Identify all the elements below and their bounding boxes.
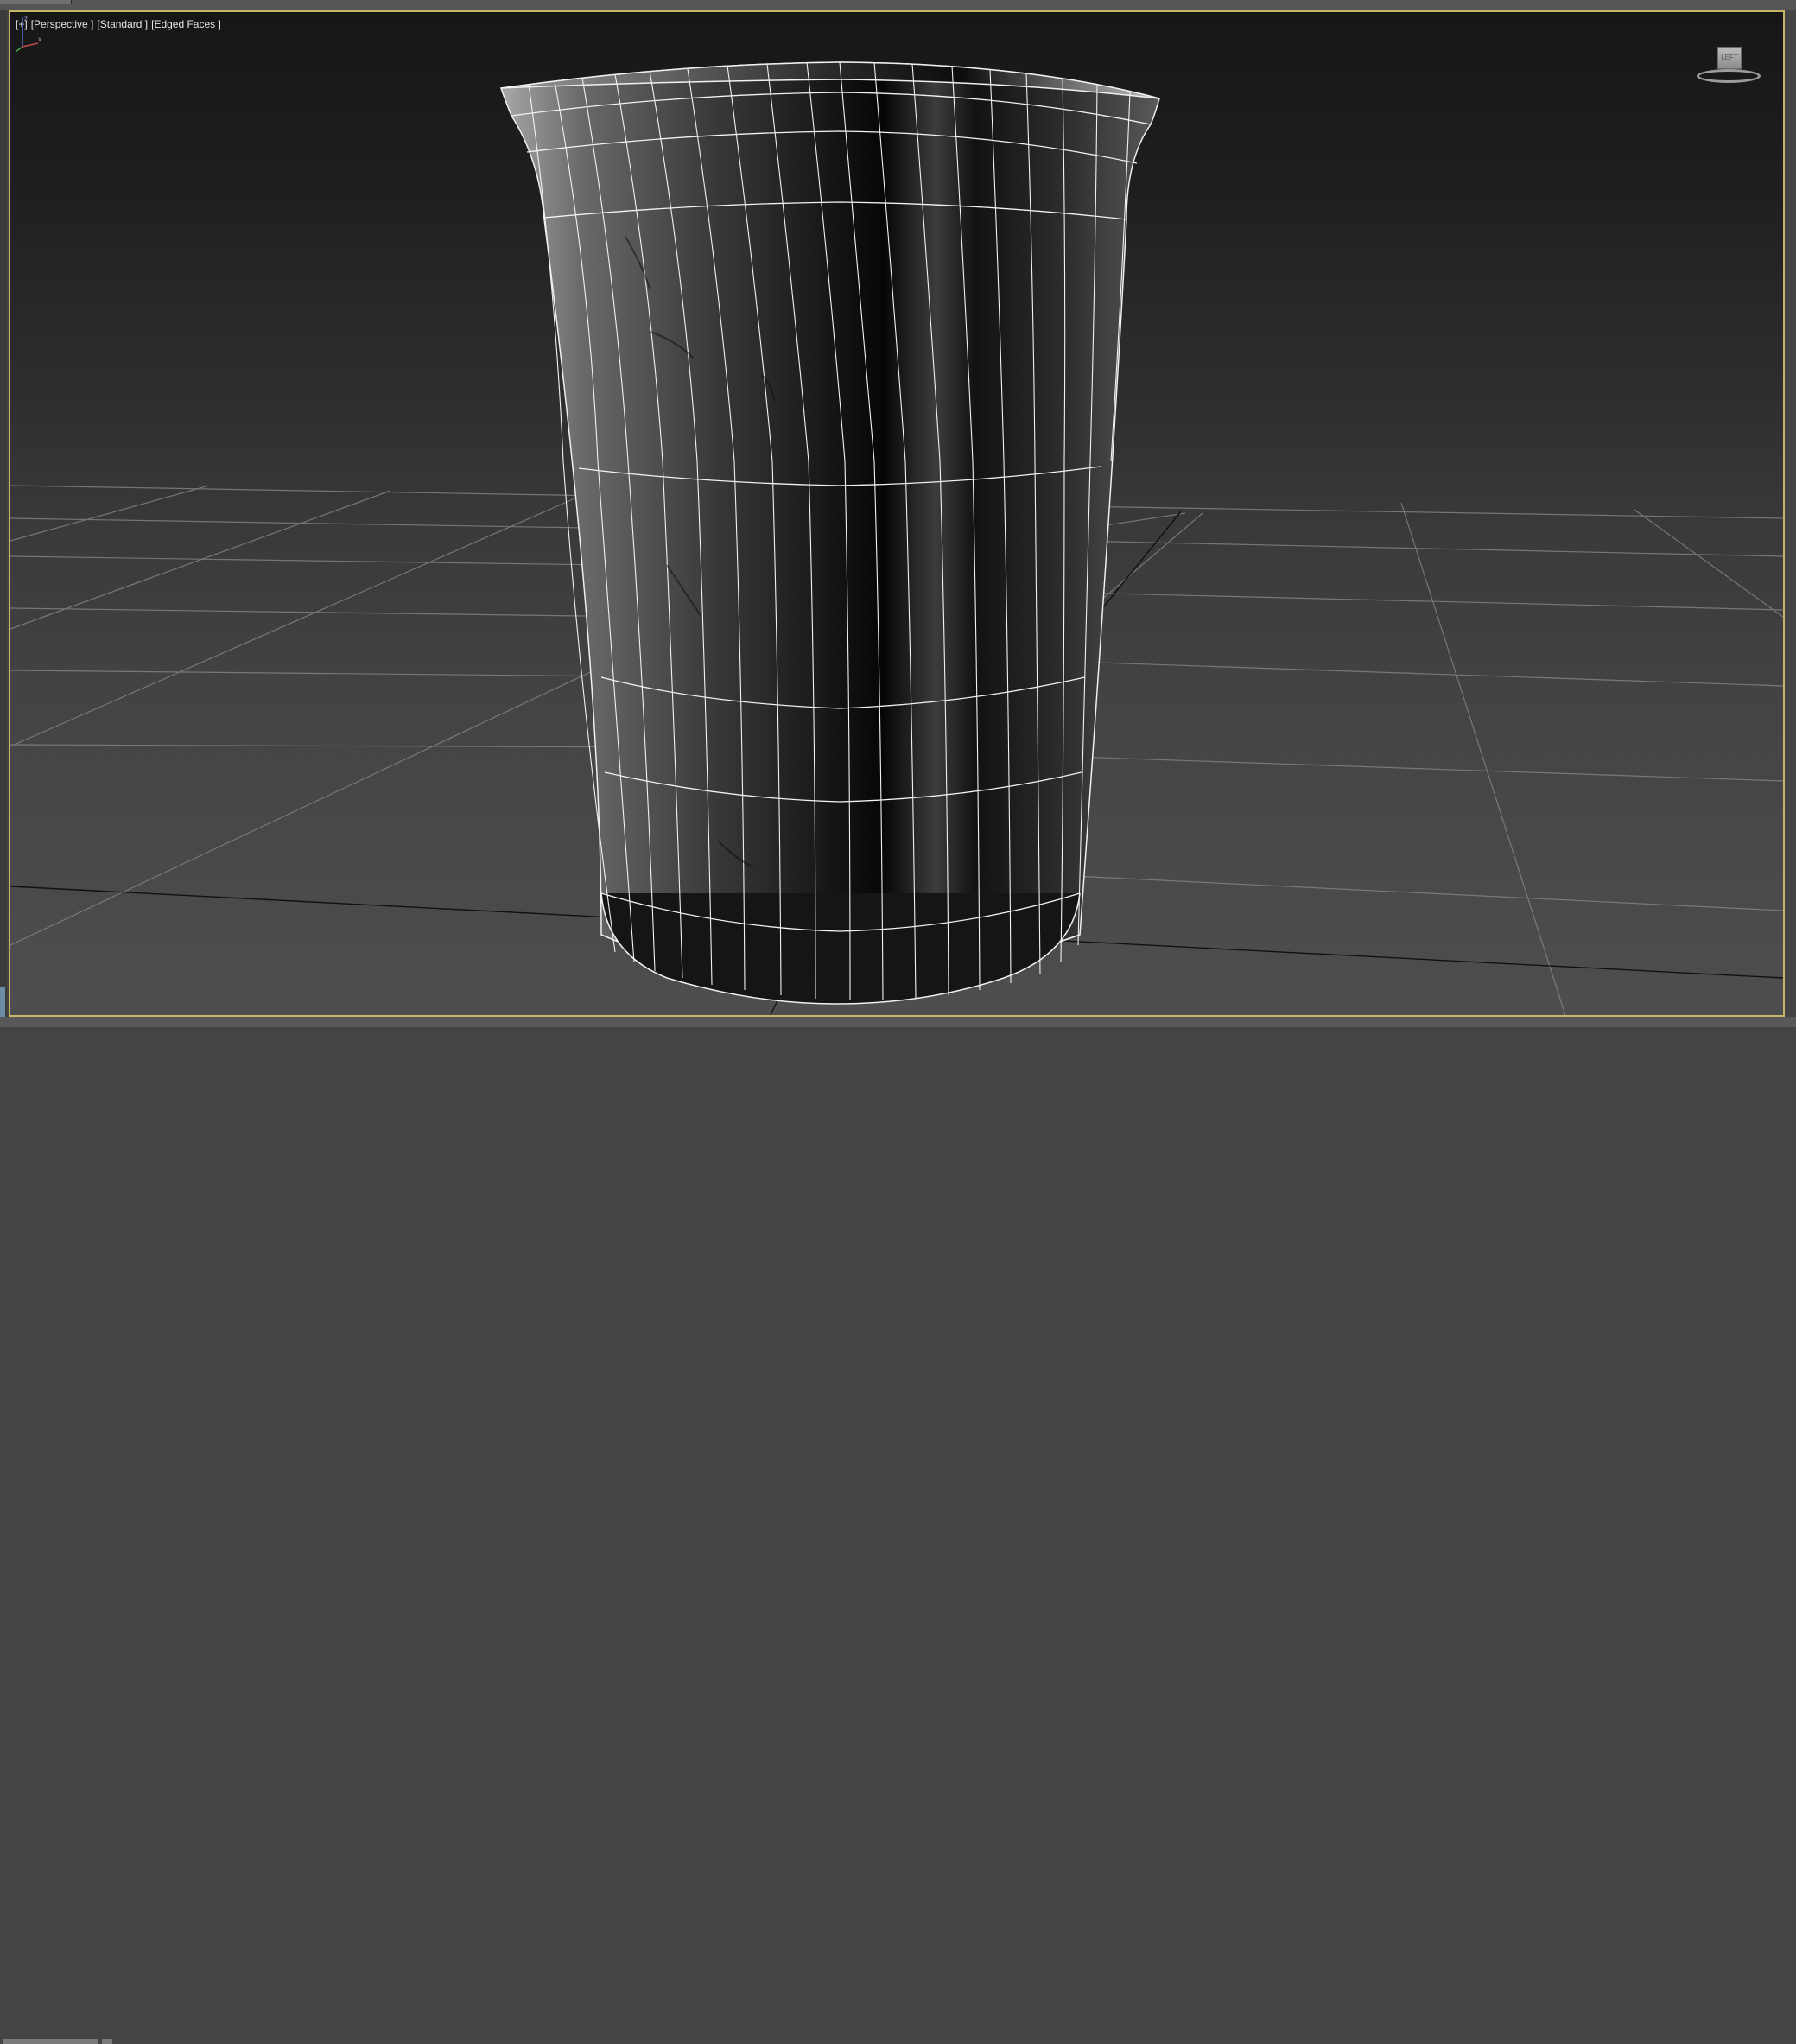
bottom-tab[interactable]: [3, 2039, 98, 2044]
viewcube[interactable]: LEFT: [1695, 43, 1764, 95]
viewport-shading-standard-menu[interactable]: [Standard ]: [97, 18, 148, 30]
cup-mesh: [500, 61, 1160, 1005]
axis-z-label: z: [24, 15, 28, 22]
axis-x-label: x: [38, 35, 41, 43]
bottom-tab-small[interactable]: [102, 2039, 112, 2044]
perspective-viewport[interactable]: [+] [Perspective ] [Standard ] [Edged Faces…: [9, 10, 1785, 1017]
left-edge-panel: [0, 10, 7, 1026]
bottom-status-strip: [0, 1017, 1796, 2044]
viewport-scene: [10, 61, 1783, 1015]
top-tab[interactable]: [0, 0, 72, 4]
top-toolbar-strip: [0, 0, 1796, 10]
viewcube-face[interactable]: LEFT: [1717, 47, 1742, 69]
viewport-label-menu[interactable]: [+] [Perspective ] [Standard ] [Edged Faces…: [16, 18, 225, 30]
viewport-shading-edged-faces-menu[interactable]: [Edged Faces ]: [151, 18, 221, 30]
axis-tripod-icon: z x: [15, 15, 41, 53]
viewcube-compass-ring[interactable]: [1697, 69, 1761, 83]
